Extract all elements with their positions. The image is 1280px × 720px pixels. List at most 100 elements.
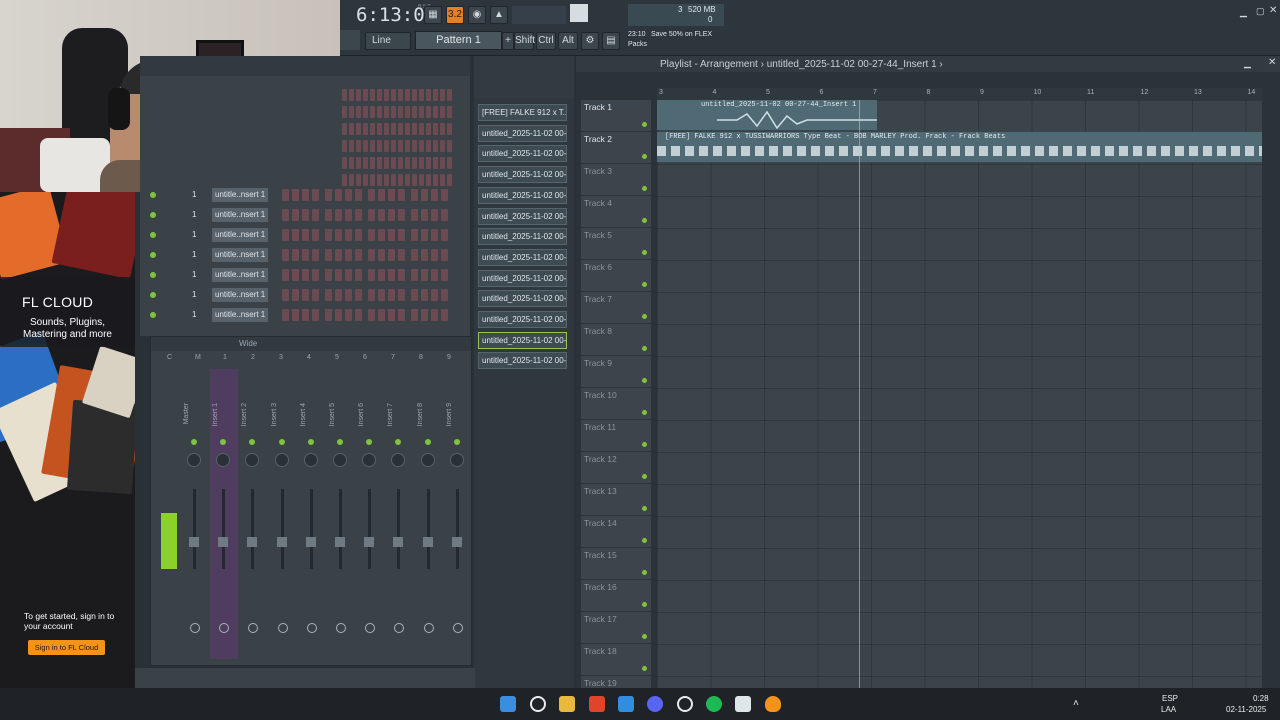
step-button[interactable] — [292, 289, 299, 301]
language-indicator-2[interactable]: LAA — [1161, 705, 1176, 714]
step-button[interactable] — [411, 189, 418, 201]
step-button[interactable] — [282, 209, 289, 221]
picker-item[interactable]: untitled_2025-11-02 00-... — [478, 145, 567, 163]
mixer-strip[interactable]: Insert 1 — [210, 369, 239, 659]
fader-track[interactable] — [280, 489, 284, 569]
picker-item[interactable]: untitled_2025-11-02 00-... — [478, 166, 567, 184]
step-button[interactable] — [302, 289, 309, 301]
maximize-icon[interactable]: ▢ — [1256, 6, 1265, 17]
step-button[interactable] — [302, 269, 309, 281]
pattern-selector[interactable]: Pattern 1 — [415, 31, 502, 50]
pan-knob[interactable] — [391, 453, 406, 467]
step-button[interactable] — [391, 174, 396, 186]
fader-handle[interactable] — [451, 537, 462, 547]
obs-icon[interactable] — [677, 696, 693, 712]
step-button[interactable] — [349, 140, 354, 152]
mixer-strip[interactable]: Insert 3 — [269, 369, 297, 659]
step-button[interactable] — [384, 174, 389, 186]
track-header[interactable]: Track 16 — [581, 580, 651, 612]
step-button[interactable] — [302, 229, 309, 241]
step-button[interactable] — [378, 189, 385, 201]
track-name[interactable]: Track 15 — [584, 550, 617, 560]
channel-name[interactable]: untitle..nsert 1 — [212, 288, 268, 302]
track-mute-led[interactable] — [642, 666, 647, 671]
start-icon[interactable] — [500, 696, 516, 712]
channel-led[interactable] — [150, 212, 156, 218]
step-button[interactable] — [356, 106, 361, 118]
channel-name[interactable]: untitle..nsert 1 — [212, 308, 268, 322]
fx-knob[interactable] — [306, 623, 317, 633]
channel-row[interactable] — [146, 139, 466, 155]
news-ticker[interactable]: Save 50% on FLEX — [651, 31, 712, 38]
step-button[interactable] — [398, 123, 403, 135]
step-button[interactable] — [368, 289, 375, 301]
step-button[interactable] — [335, 309, 342, 321]
channel-row[interactable]: 1 untitle..nsert 1 — [146, 248, 466, 264]
step-button[interactable] — [441, 209, 448, 221]
mute-led[interactable] — [307, 439, 314, 445]
track-header[interactable]: Track 9 — [581, 356, 651, 388]
step-button[interactable] — [292, 189, 299, 201]
track-header[interactable]: Track 12 — [581, 452, 651, 484]
step-button[interactable] — [384, 123, 389, 135]
track-header[interactable]: Track 5 — [581, 228, 651, 260]
language-indicator[interactable]: ESP — [1162, 694, 1178, 703]
track-mute-led[interactable] — [642, 378, 647, 383]
clock-time[interactable]: 0:28 — [1253, 694, 1269, 703]
track-name[interactable]: Track 11 — [584, 422, 616, 432]
tempo-tap-button[interactable]: 3.2 — [446, 6, 464, 24]
step-button[interactable] — [325, 309, 332, 321]
microphone-icon[interactable] — [340, 30, 360, 50]
arrangement-grid[interactable]: untitled_2025-11-02 00-27-44_Insert 1 [F… — [657, 100, 1262, 688]
shop-icon[interactable]: ▤ — [602, 32, 620, 50]
step-button[interactable] — [355, 189, 362, 201]
step-button[interactable] — [370, 89, 375, 101]
step-button[interactable] — [335, 269, 342, 281]
step-button[interactable] — [431, 269, 438, 281]
step-button[interactable] — [345, 249, 352, 261]
pan-knob[interactable] — [245, 453, 260, 467]
fl-studio-icon[interactable] — [765, 696, 781, 712]
step-button[interactable] — [391, 157, 396, 169]
step-button[interactable] — [421, 269, 428, 281]
step-button[interactable] — [355, 249, 362, 261]
step-button[interactable] — [345, 289, 352, 301]
step-button[interactable] — [411, 209, 418, 221]
step-button[interactable] — [388, 249, 395, 261]
step-button[interactable] — [388, 269, 395, 281]
mixer-strip[interactable]: Insert 2 — [239, 369, 267, 659]
channel-row[interactable] — [146, 105, 466, 121]
step-button[interactable] — [345, 229, 352, 241]
step-button[interactable] — [398, 140, 403, 152]
file-explorer-icon[interactable] — [559, 696, 575, 712]
channel-led[interactable] — [150, 272, 156, 278]
minimize-icon[interactable]: ▁ — [1244, 58, 1251, 69]
step-button[interactable] — [431, 309, 438, 321]
mixer-strip[interactable]: Master — [181, 369, 209, 659]
step-button[interactable] — [433, 123, 438, 135]
step-button[interactable] — [282, 309, 289, 321]
signin-button[interactable]: Sign in to FL Cloud — [28, 640, 105, 655]
track-name[interactable]: Track 2 — [584, 134, 612, 144]
step-button[interactable] — [378, 209, 385, 221]
picker-item[interactable]: untitled_2025-11-02 00-... — [478, 124, 567, 142]
mute-led[interactable] — [220, 439, 227, 445]
step-button[interactable] — [398, 229, 405, 241]
step-button[interactable] — [412, 123, 417, 135]
step-button[interactable] — [384, 89, 389, 101]
channel-name[interactable]: untitle..nsert 1 — [212, 188, 268, 202]
step-button[interactable] — [433, 89, 438, 101]
channel-mixer-track[interactable]: 1 — [192, 190, 196, 199]
step-button[interactable] — [312, 209, 319, 221]
track-mute-led[interactable] — [642, 634, 647, 639]
track-name[interactable]: Track 18 — [584, 646, 617, 656]
track-mute-led[interactable] — [642, 442, 647, 447]
track-mute-led[interactable] — [642, 346, 647, 351]
ctrl-button[interactable]: Ctrl — [536, 32, 556, 50]
master-volume-icon[interactable] — [570, 4, 588, 22]
track-header[interactable]: Track 4 — [581, 196, 651, 228]
step-button[interactable] — [378, 229, 385, 241]
step-button[interactable] — [411, 309, 418, 321]
fx-knob[interactable] — [452, 623, 463, 633]
step-button[interactable] — [325, 229, 332, 241]
